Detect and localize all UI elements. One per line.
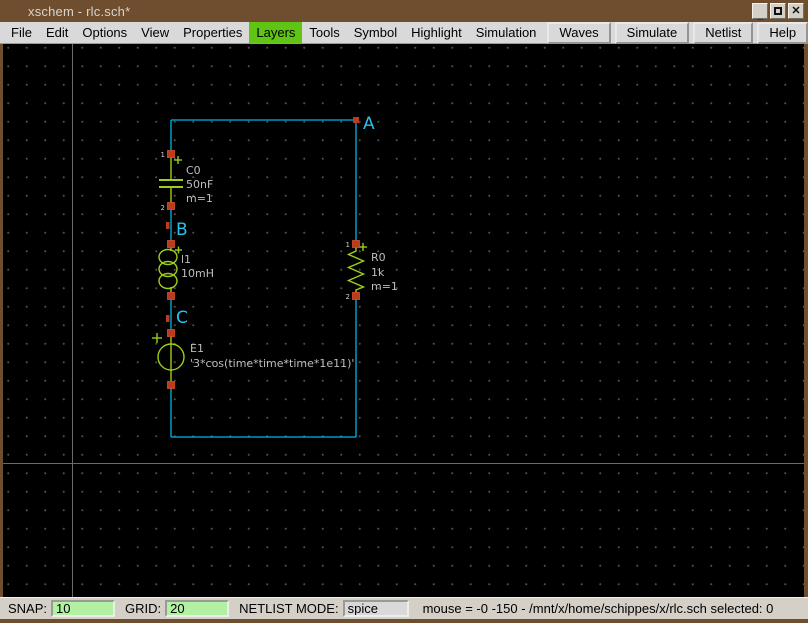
- menu-view[interactable]: View: [134, 22, 176, 43]
- minimize-icon: _: [756, 9, 764, 21]
- pin-square: [167, 240, 175, 248]
- snap-input[interactable]: [51, 600, 116, 617]
- value-label: '3*cos(time*time*time*1e11)': [190, 357, 354, 370]
- netlist-button[interactable]: Netlist: [693, 21, 754, 44]
- component-inductor-l1[interactable]: l1 10mH: [158, 240, 214, 300]
- pin-square: [167, 381, 175, 389]
- statusbar: SNAP: GRID: NETLIST MODE: mouse = -0 -15…: [0, 597, 808, 619]
- svg-text:C: C: [176, 308, 188, 328]
- extra-label: m=1: [186, 192, 213, 205]
- svg-text:2: 2: [161, 204, 165, 212]
- xschem-window: xschem - rlc.sch* _ ✕ File Edit Options …: [0, 0, 808, 623]
- menu-options[interactable]: Options: [75, 22, 134, 43]
- net-label-pin: [166, 222, 170, 229]
- component-resistor-r0[interactable]: 1 2 R0 1k m=1: [346, 240, 398, 302]
- menu-file[interactable]: File: [4, 22, 39, 43]
- pin-square: [167, 202, 175, 210]
- svg-text:A: A: [363, 114, 375, 134]
- mouse-status-text: mouse = -0 -150 - /mnt/x/home/schippes/x…: [422, 601, 774, 616]
- pin-square: [167, 292, 175, 300]
- component-vsource-e1[interactable]: E1 '3*cos(time*time*time*1e11)': [152, 329, 354, 389]
- help-button[interactable]: Help: [757, 21, 808, 44]
- component-capacitor-c0[interactable]: 1 2 C0 50nF m=1: [159, 150, 213, 213]
- ref-label: E1: [190, 342, 204, 355]
- menubar: File Edit Options View Properties Layers…: [0, 21, 808, 44]
- grid-label: GRID:: [125, 601, 162, 616]
- value-label: 10mH: [181, 267, 214, 280]
- pin-square: [352, 240, 360, 248]
- value-label: 50nF: [186, 178, 213, 191]
- simulate-button[interactable]: Simulate: [614, 21, 690, 44]
- netlist-mode-input[interactable]: [342, 600, 409, 617]
- maximize-icon: [774, 7, 782, 15]
- pin-square: [352, 292, 360, 300]
- menu-list: File Edit Options View Properties Layers…: [0, 22, 543, 43]
- close-icon: ✕: [791, 5, 801, 17]
- menu-simulation[interactable]: Simulation: [469, 22, 544, 43]
- close-button[interactable]: ✕: [788, 3, 804, 19]
- minimize-button[interactable]: _: [752, 3, 768, 21]
- menu-symbol[interactable]: Symbol: [347, 22, 404, 43]
- value-label: 1k: [371, 266, 385, 279]
- toolbar-buttons: Waves Simulate Netlist Help: [543, 21, 808, 44]
- window-title: xschem - rlc.sch*: [28, 3, 131, 19]
- svg-text:1: 1: [161, 151, 165, 159]
- schematic-canvas[interactable]: 1 2 C0 50nF m=1 B l1 10mH C E1 '3*cos(ti…: [3, 44, 804, 597]
- pin-square: [167, 150, 175, 158]
- grid-input[interactable]: [165, 600, 230, 617]
- net-label-pin: [353, 117, 359, 123]
- net-label-c[interactable]: C: [166, 308, 188, 328]
- rlc-circuit: 1 2 C0 50nF m=1 B l1 10mH C E1 '3*cos(ti…: [152, 114, 398, 438]
- snap-label: SNAP:: [8, 601, 48, 616]
- ref-label: R0: [371, 251, 386, 264]
- menu-properties[interactable]: Properties: [176, 22, 249, 43]
- ref-label: l1: [181, 253, 191, 266]
- waves-button[interactable]: Waves: [547, 21, 611, 44]
- titlebar[interactable]: xschem - rlc.sch* _ ✕: [0, 0, 808, 22]
- maximize-button[interactable]: [770, 3, 786, 19]
- menu-layers[interactable]: Layers: [249, 22, 303, 43]
- extra-label: m=1: [371, 280, 398, 293]
- pin-square: [167, 329, 175, 337]
- netlist-mode-label: NETLIST MODE:: [239, 601, 339, 616]
- net-label-b[interactable]: B: [166, 220, 188, 240]
- svg-text:B: B: [176, 220, 188, 240]
- ref-label: C0: [186, 164, 201, 177]
- menu-tools[interactable]: Tools: [302, 22, 346, 43]
- window-controls: _ ✕: [752, 3, 804, 21]
- svg-text:1: 1: [346, 241, 350, 249]
- menu-highlight[interactable]: Highlight: [404, 22, 469, 43]
- menu-edit[interactable]: Edit: [39, 22, 75, 43]
- svg-text:2: 2: [346, 293, 350, 301]
- net-label-pin: [166, 315, 170, 322]
